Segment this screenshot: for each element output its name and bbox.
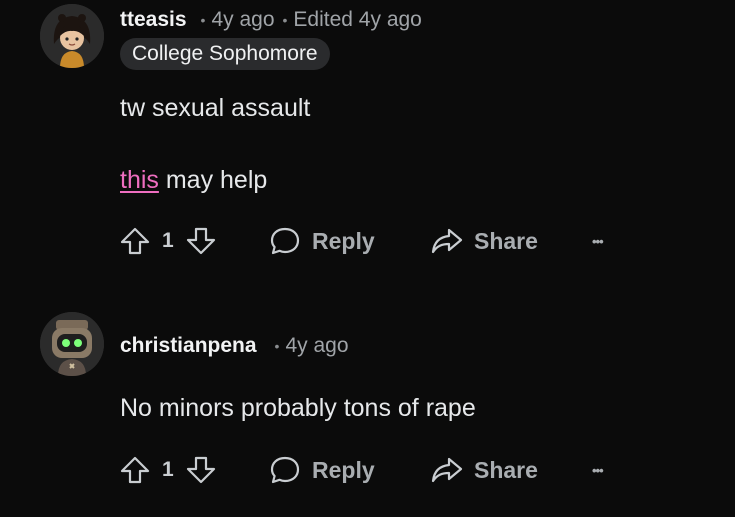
comment-actions: 1 Reply Share ••• xyxy=(118,221,638,261)
reply-bubble-icon xyxy=(270,456,300,484)
comment-text: tw sexual assault xyxy=(120,94,311,122)
comment-actions: 1 Reply Share ••• xyxy=(118,450,638,490)
vote-count: 1 xyxy=(162,229,174,252)
share-arrow-icon xyxy=(431,457,463,483)
user-avatar-icon xyxy=(40,312,104,376)
timestamp[interactable]: 4y ago xyxy=(211,8,274,32)
author-name[interactable]: tteasis xyxy=(120,8,187,32)
user-flair: College Sophomore xyxy=(120,38,330,70)
author-name[interactable]: christianpena xyxy=(120,334,257,358)
comment-text-line: this may help xyxy=(120,166,267,195)
comment-link[interactable]: this xyxy=(120,166,159,194)
avatar[interactable] xyxy=(40,4,104,68)
more-options-button[interactable]: ••• xyxy=(592,221,604,261)
comment-meta: tteasis • 4y ago • Edited 4y ago xyxy=(120,6,422,34)
upvote-icon[interactable] xyxy=(118,224,152,258)
share-label: Share xyxy=(474,456,538,483)
comment-text: No minors probably tons of rape xyxy=(120,394,476,422)
downvote-icon[interactable] xyxy=(184,224,218,258)
reply-bubble-icon xyxy=(270,227,300,255)
share-arrow-icon xyxy=(431,228,463,254)
separator-dot: • xyxy=(274,338,280,354)
reply-label: Reply xyxy=(312,227,375,254)
comment-meta: christianpena • 4y ago xyxy=(120,332,349,360)
share-label: Share xyxy=(474,227,538,254)
timestamp[interactable]: 4y ago xyxy=(285,334,348,358)
share-button[interactable]: Share xyxy=(430,221,538,261)
downvote-icon[interactable] xyxy=(184,453,218,487)
more-options-icon: ••• xyxy=(592,233,604,249)
reply-label: Reply xyxy=(312,456,375,483)
reply-button[interactable]: Reply xyxy=(268,221,375,261)
more-options-icon: ••• xyxy=(592,462,604,478)
vote-controls: 1 xyxy=(118,450,218,490)
vote-count: 1 xyxy=(162,458,174,481)
more-options-button[interactable]: ••• xyxy=(592,450,604,490)
comment-link-rest: may help xyxy=(158,166,268,194)
separator-dot: • xyxy=(282,12,288,28)
vote-controls: 1 xyxy=(118,221,218,261)
edited-timestamp: Edited 4y ago xyxy=(293,8,422,31)
avatar[interactable] xyxy=(40,312,104,376)
separator-dot: • xyxy=(200,12,206,28)
reply-button[interactable]: Reply xyxy=(268,450,375,490)
user-avatar-icon xyxy=(40,4,104,68)
share-button[interactable]: Share xyxy=(430,450,538,490)
upvote-icon[interactable] xyxy=(118,453,152,487)
